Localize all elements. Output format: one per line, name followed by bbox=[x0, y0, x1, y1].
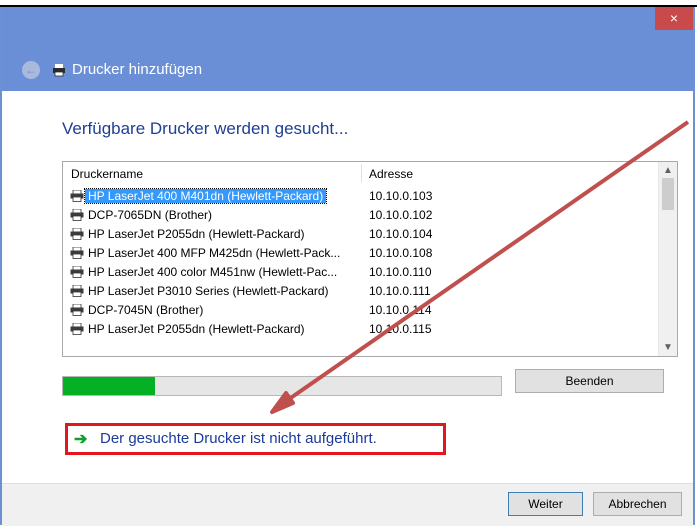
printer-name: HP LaserJet P2055dn (Hewlett-Packard) bbox=[88, 322, 305, 336]
scroll-thumb[interactable] bbox=[662, 178, 674, 210]
search-progress-bar bbox=[62, 376, 502, 396]
back-button[interactable]: ← bbox=[22, 61, 40, 79]
printer-address: 10.10.0.110 bbox=[369, 265, 432, 279]
printer-address: 10.10.0.108 bbox=[369, 246, 433, 260]
printer-address: 10.10.0.111 bbox=[369, 284, 431, 298]
close-button[interactable]: × bbox=[655, 7, 693, 30]
printer-icon bbox=[70, 209, 84, 221]
printer-name: HP LaserJet P3010 Series (Hewlett-Packar… bbox=[88, 284, 329, 298]
close-icon: × bbox=[669, 10, 679, 26]
scroll-down-icon[interactable]: ▼ bbox=[659, 342, 677, 353]
printer-icon bbox=[70, 247, 84, 259]
progress-fill bbox=[63, 377, 155, 395]
printer-row[interactable]: HP LaserJet 400 M401dn (Hewlett-Packard)… bbox=[63, 187, 659, 206]
back-arrow-icon: ← bbox=[25, 63, 37, 77]
printer-icon bbox=[70, 228, 84, 240]
printer-name: HP LaserJet 400 M401dn (Hewlett-Packard) bbox=[83, 188, 328, 204]
list-header: Druckername Adresse bbox=[63, 162, 659, 184]
stop-button[interactable]: Beenden bbox=[515, 369, 664, 393]
dialog-footer: Weiter Abbrechen bbox=[2, 483, 693, 526]
printer-row[interactable]: HP LaserJet P2055dn (Hewlett-Packard) 10.… bbox=[63, 225, 659, 244]
printer-not-listed-link[interactable]: Der gesuchte Drucker ist nicht aufgeführ… bbox=[100, 430, 377, 447]
page-heading: Verfügbare Drucker werden gesucht... bbox=[62, 119, 349, 138]
printer-address: 10.10.0.103 bbox=[369, 189, 433, 203]
scroll-up-icon[interactable]: ▲ bbox=[659, 165, 677, 176]
printer-row[interactable]: DCP-7065DN (Brother) 10.10.0.102 bbox=[63, 206, 659, 225]
dialog-window: × ← Drucker hinzufügen Verfügbare Drucke… bbox=[0, 7, 695, 526]
printer-row[interactable]: HP LaserJet 400 color M451nw (Hewlett-Pa… bbox=[63, 263, 659, 282]
printer-icon bbox=[70, 285, 84, 297]
printer-name: DCP-7045N (Brother) bbox=[88, 303, 204, 317]
list-scrollbar[interactable]: ▲ ▼ bbox=[658, 162, 677, 356]
printer-address: 10.10.0.102 bbox=[369, 208, 433, 222]
printer-rows: HP LaserJet 400 M401dn (Hewlett-Packard)… bbox=[63, 187, 659, 339]
cancel-button[interactable]: Abbrechen bbox=[593, 492, 682, 516]
printer-row[interactable]: HP LaserJet P2055dn (Hewlett-Packard) 10.… bbox=[63, 320, 659, 339]
printer-name: HP LaserJet 400 MFP M425dn (Hewlett-Pack… bbox=[88, 246, 341, 260]
green-arrow-icon: ➔ bbox=[74, 431, 88, 448]
column-header-name[interactable]: Druckername bbox=[71, 167, 143, 181]
printer-icon bbox=[70, 190, 84, 202]
printer-not-listed-highlight: ➔ Der gesuchte Drucker ist nicht aufgefü… bbox=[65, 423, 446, 455]
next-button[interactable]: Weiter bbox=[508, 492, 583, 516]
printer-name: HP LaserJet 400 color M451nw (Hewlett-Pa… bbox=[88, 265, 338, 279]
nav-bar: ← Drucker hinzufügen bbox=[2, 37, 693, 91]
printer-address: 10.10.0.104 bbox=[369, 227, 433, 241]
title-bar: × bbox=[2, 7, 693, 37]
printer-icon bbox=[70, 304, 84, 316]
top-border bbox=[0, 0, 697, 7]
printer-list[interactable]: Druckername Adresse HP LaserJet 400 M401… bbox=[62, 161, 678, 357]
printer-name: DCP-7065DN (Brother) bbox=[88, 208, 213, 222]
printer-icon bbox=[53, 64, 65, 77]
printer-icon bbox=[70, 323, 84, 335]
printer-address: 10.10.0.114 bbox=[369, 303, 432, 317]
printer-row[interactable]: DCP-7045N (Brother) 10.10.0.114 bbox=[63, 301, 659, 320]
column-header-address[interactable]: Adresse bbox=[369, 167, 413, 181]
column-separator bbox=[361, 164, 362, 182]
dialog-title: Drucker hinzufügen bbox=[72, 61, 203, 78]
printer-icon bbox=[70, 266, 84, 278]
printer-address: 10.10.0.115 bbox=[369, 322, 432, 336]
printer-row[interactable]: HP LaserJet P3010 Series (Hewlett-Packar… bbox=[63, 282, 659, 301]
printer-name: HP LaserJet P2055dn (Hewlett-Packard) bbox=[88, 227, 305, 241]
printer-row[interactable]: HP LaserJet 400 MFP M425dn (Hewlett-Pack… bbox=[63, 244, 659, 263]
